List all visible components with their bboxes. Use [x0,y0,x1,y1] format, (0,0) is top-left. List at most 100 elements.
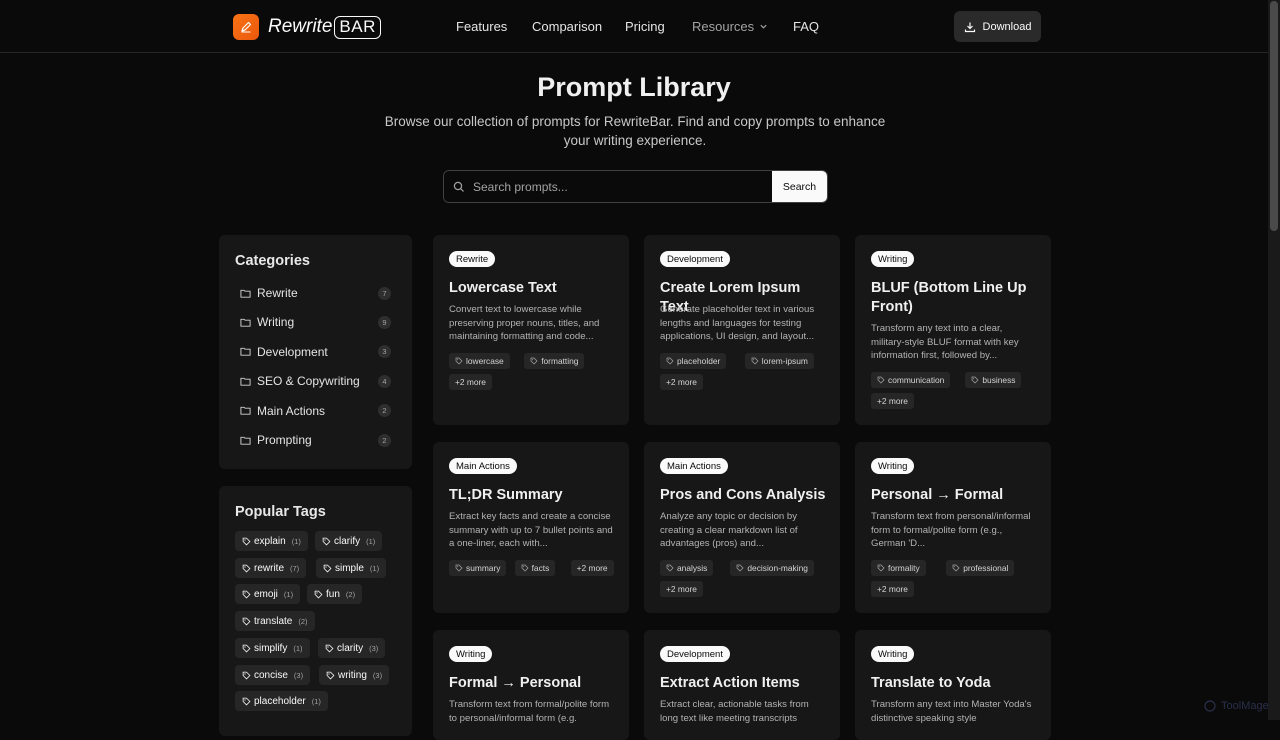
logo[interactable]: Rewrite BAR [233,14,381,40]
more-tags-chip[interactable]: +2 more [660,374,703,390]
popular-tag[interactable]: simple (1) [316,558,387,578]
category-item[interactable]: Writing 9 [240,311,391,333]
card-title: Lowercase Text [449,280,557,296]
card-tag[interactable]: formatting [524,353,585,369]
category-badge: Writing [871,458,915,474]
popular-tag-count: (3) [293,670,304,680]
category-count: 2 [378,404,391,418]
nav-link-resources[interactable]: Resources [692,19,768,34]
popular-tag-label: simplify [254,642,288,654]
search-button[interactable]: Search [772,171,827,202]
search-input[interactable] [473,179,753,194]
more-tags-chip[interactable]: +2 more [570,560,614,576]
logo-text-rewrite: Rewrite [268,16,333,37]
nav-link-faq[interactable]: FAQ [793,19,819,34]
category-item[interactable]: Development 3 [240,341,391,363]
popular-tag[interactable]: rewrite (7) [235,558,307,578]
category-item[interactable]: Main Actions 2 [240,400,391,422]
scrollbar-thumb[interactable] [1270,1,1278,231]
nav-link-comparison[interactable]: Comparison [532,19,602,34]
pencil-icon [233,14,259,40]
folder-icon [240,318,251,327]
popular-tag[interactable]: clarify (1) [315,531,383,551]
popular-tag-label: concise [254,669,288,681]
nav-link-pricing[interactable]: Pricing [625,19,665,34]
tag-icon [455,357,463,365]
card-tag-label: analysis [677,563,708,573]
card-tag[interactable]: analysis [660,560,714,576]
tag-icon [242,537,251,545]
card-title: Personal → Formal [871,487,1004,503]
scrollbar[interactable] [1268,0,1280,720]
watermark-logo-icon [1204,700,1216,712]
card-tag[interactable]: lorem-ipsum [744,353,814,369]
card-tag[interactable]: professional [946,560,1015,576]
more-tags-chip[interactable]: +2 more [660,581,703,597]
category-badge: Main Actions [660,458,728,474]
card-tag[interactable]: facts [514,560,556,576]
card-description: Transform any text into Master Yoda's di… [871,699,1032,724]
prompt-card[interactable]: Main Actions TL;DR Summary Extract key fac… [433,442,629,613]
card-tag[interactable]: placeholder [660,353,727,369]
tag-icon [322,537,331,545]
nav-link-features[interactable]: Features [456,19,507,34]
prompt-card[interactable]: Writing Translate to Yoda Transform any te… [855,630,1051,740]
card-tag-label: lorem-ipsum [761,356,808,366]
card-tag[interactable]: summary [449,560,507,576]
card-title: Extract Action Items [660,675,800,691]
popular-tag-count: (1) [291,536,301,546]
popular-tag[interactable]: placeholder (1) [235,691,328,711]
popular-tag-count: (2) [298,616,308,626]
card-tag-label: lowercase [466,356,504,366]
card-tag[interactable]: business [965,372,1022,388]
popular-tag[interactable]: emoji (1) [235,584,301,604]
card-tag[interactable]: communication [871,372,951,388]
popular-tag-label: placeholder [254,695,306,707]
popular-tag[interactable]: clarity (3) [318,638,386,658]
popular-tag[interactable]: simplify (1) [235,638,310,658]
popular-tag[interactable]: fun (2) [307,584,363,604]
card-tag-label: summary [466,563,501,573]
prompt-card[interactable]: Writing Formal → Personal Transform text f… [433,630,629,740]
logo-text-bar: BAR [334,15,381,39]
tag-icon [325,644,334,652]
popular-tag[interactable]: translate (2) [235,611,315,631]
prompt-card[interactable]: Writing BLUF (Bottom Line Up Front) Transf… [855,235,1051,425]
tag-icon [877,376,885,384]
card-description: Extract clear, actionable tasks from lon… [660,699,809,724]
card-tag[interactable]: decision-making [730,560,814,576]
popular-tag-count: (2) [345,589,356,599]
category-count: 7 [378,286,391,300]
tag-icon [242,617,251,625]
more-tags-chip[interactable]: +2 more [871,393,914,409]
popular-tag[interactable]: explain (1) [235,531,308,551]
category-label: Writing [257,315,295,330]
category-count: 3 [378,345,391,359]
download-button[interactable]: Download [954,11,1041,42]
popular-tag[interactable]: concise (3) [235,665,311,685]
page-subtitle: Browse our collection of prompts for Rew… [384,114,886,148]
category-count: 2 [378,433,391,447]
popular-tag-label: explain [254,535,286,547]
card-tag[interactable]: lowercase [449,353,510,369]
popular-tag-label: clarity [337,642,364,654]
popular-tag-label: clarify [334,535,361,547]
download-icon [964,22,975,32]
prompt-card[interactable]: Writing Personal → Formal Transform text f… [855,442,1051,613]
watermark-text: ToolMage [1221,700,1269,712]
tag-icon [242,590,251,598]
tag-icon [242,697,251,705]
category-item[interactable]: Prompting 2 [240,429,391,451]
more-tags-chip[interactable]: +2 more [449,374,492,390]
prompt-card[interactable]: Development Extract Action Items Extract c… [644,630,840,740]
popular-tag[interactable]: writing (3) [319,665,390,685]
prompt-card[interactable]: Development Create Lorem Ipsum Text Genera… [644,235,840,425]
prompt-card[interactable]: Main Actions Pros and Cons Analysis Analyz… [644,442,840,613]
folder-icon [240,289,251,298]
category-item[interactable]: Rewrite 7 [240,282,391,304]
category-item[interactable]: SEO & Copywriting 4 [240,370,391,392]
more-tags-chip[interactable]: +2 more [871,581,914,597]
prompt-card[interactable]: Rewrite Lowercase Text Convert text to low… [433,235,629,425]
card-description: Extract key facts and create a concise s… [449,511,613,549]
card-tag[interactable]: formality [871,560,926,576]
